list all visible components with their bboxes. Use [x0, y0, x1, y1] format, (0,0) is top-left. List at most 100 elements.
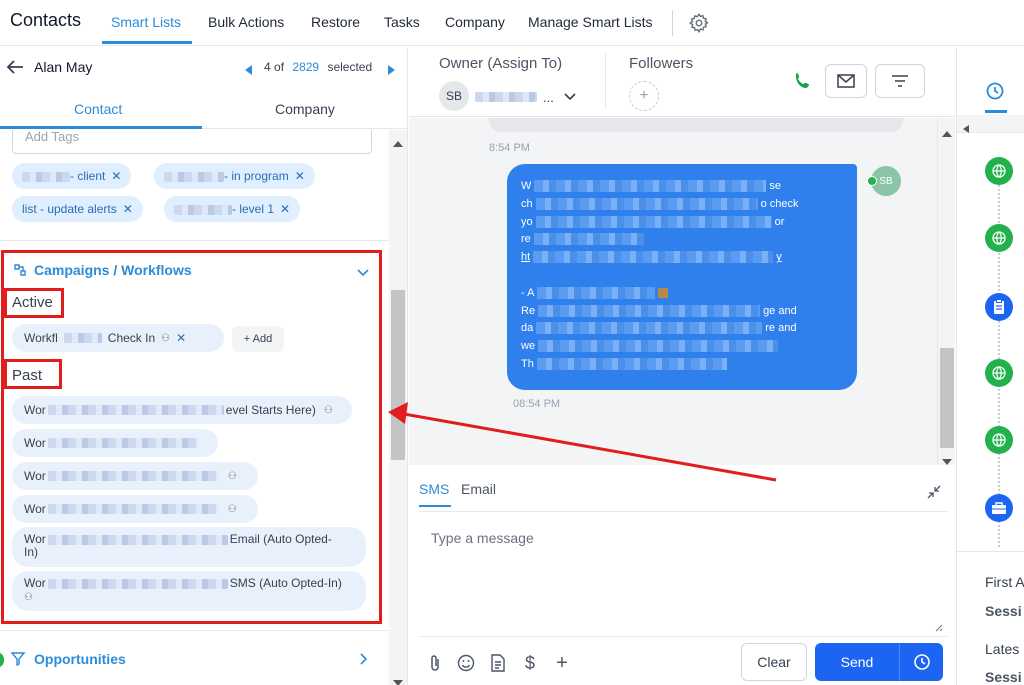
message-text: - A [521, 286, 535, 299]
message-thread: 8:54 PM Wse ch o check yo or re ht y - A Re… [409, 118, 937, 465]
clear-button[interactable]: Clear [741, 643, 807, 681]
redacted-text [536, 322, 763, 335]
email-button[interactable] [825, 64, 867, 98]
template-document-icon[interactable] [488, 653, 508, 673]
owner-label: Owner (Assign To) [439, 55, 563, 72]
session-source-label: Sessi [985, 669, 1022, 685]
activity-panel: First A Sessi Lates Sessi [956, 47, 1024, 685]
contact-tab-indicator [0, 126, 202, 129]
collapse-icon[interactable] [927, 485, 941, 504]
redacted-text [534, 180, 767, 193]
add-follower-button[interactable]: + [629, 81, 659, 111]
scroll-down-icon[interactable] [393, 673, 403, 685]
owner-avatar: SB [439, 81, 469, 111]
message-text: o check [760, 197, 799, 210]
tab-contact[interactable]: Contact [74, 101, 122, 117]
divider [0, 630, 390, 631]
resize-handle-icon[interactable] [933, 619, 943, 637]
scroll-left-icon[interactable] [963, 120, 969, 138]
redacted-text [475, 92, 537, 102]
filter-lines-icon [892, 75, 908, 87]
redacted-text [174, 204, 232, 215]
activity-tab-indicator [985, 110, 1007, 113]
settings-gear-icon[interactable] [688, 12, 710, 34]
message-text: Re [521, 304, 536, 317]
scroll-up-icon[interactable] [942, 124, 952, 142]
payment-dollar-icon[interactable]: $ [520, 653, 540, 673]
divider [0, 240, 390, 241]
message-text: da [521, 322, 534, 335]
phone-call-icon[interactable] [793, 71, 813, 91]
remove-tag-icon[interactable]: ✕ [111, 169, 121, 183]
plus-icon[interactable]: + [552, 652, 572, 674]
message-link[interactable]: y [776, 251, 782, 263]
remove-tag-icon[interactable]: ✕ [295, 169, 305, 183]
timeline-scrollbar[interactable] [957, 115, 1024, 133]
tag-chip: - client ✕ [12, 163, 132, 189]
previous-message-bubble [489, 118, 903, 132]
tag-label: - level 1 [232, 202, 275, 216]
session-source-label: Sessi [985, 603, 1022, 619]
previous-contact-icon[interactable] [245, 62, 253, 80]
message-text: re [521, 233, 531, 246]
filter-funnel-icon [10, 651, 26, 667]
tag-label: list - update alerts [22, 202, 117, 216]
redacted-text [538, 304, 761, 317]
message-text: W [521, 180, 532, 192]
tab-sms[interactable]: SMS [419, 481, 449, 497]
message-link[interactable]: ht [521, 251, 530, 263]
tag-label: - in program [224, 169, 289, 183]
message-text: ch [521, 197, 533, 210]
redacted-text [535, 215, 772, 228]
schedule-clock-icon[interactable] [900, 643, 943, 681]
chevron-down-icon [564, 88, 576, 106]
composer-tab-indicator [419, 505, 451, 507]
opportunities-header[interactable]: Opportunities [34, 651, 126, 667]
message-text: se [769, 180, 782, 192]
tab-company-details[interactable]: Company [275, 101, 335, 117]
contact-tabs: Contact Company [0, 89, 407, 129]
tab-manage-smart-lists[interactable]: Manage Smart Lists [528, 14, 653, 30]
left-scrollbar[interactable] [389, 130, 407, 685]
owner-select[interactable]: ... [475, 88, 576, 106]
scroll-up-icon[interactable] [393, 134, 403, 152]
remove-tag-icon[interactable]: ✕ [123, 202, 133, 216]
send-button[interactable]: Send [815, 643, 899, 681]
position-number: 4 [264, 60, 271, 74]
emoji-icon[interactable] [456, 653, 476, 673]
tab-smart-lists[interactable]: Smart Lists [111, 14, 181, 30]
sms-badge-icon [867, 176, 877, 186]
conversation-panel: Owner (Assign To) SB ... Followers + 8:5… [409, 47, 955, 685]
activity-clock-icon[interactable] [985, 81, 1005, 101]
envelope-icon [837, 74, 855, 88]
app-title: Contacts [10, 10, 82, 30]
next-contact-icon[interactable] [387, 62, 395, 80]
attachment-icon[interactable] [425, 653, 445, 673]
tab-bulk-actions[interactable]: Bulk Actions [208, 14, 284, 30]
scroll-thumb[interactable] [940, 348, 954, 448]
timeline-line [998, 157, 1000, 547]
message-timestamp: 08:54 PM [513, 398, 561, 410]
add-tags-input[interactable]: Add Tags [12, 130, 372, 154]
timeline-briefcase-icon [985, 494, 1013, 522]
followers-label: Followers [629, 55, 694, 72]
tab-company[interactable]: Company [445, 14, 505, 30]
tag-chip: list - update alerts ✕ [12, 196, 143, 222]
send-button-group: Send [815, 643, 943, 681]
of-label: of [274, 60, 285, 74]
chevron-right-icon[interactable] [360, 652, 368, 670]
message-composer: SMS Email Type a message $ + Clear Send [409, 467, 955, 685]
remove-tag-icon[interactable]: ✕ [280, 202, 290, 216]
tab-restore[interactable]: Restore [311, 14, 360, 30]
owner-name-tail: ... [543, 89, 554, 105]
top-nav: Contacts Smart Lists Bulk Actions Restor… [0, 0, 1024, 46]
scroll-thumb[interactable] [391, 290, 405, 460]
conversation-header: Owner (Assign To) SB ... Followers + [409, 47, 955, 117]
message-input[interactable]: Type a message [419, 511, 947, 637]
tab-tasks[interactable]: Tasks [384, 14, 420, 30]
tab-email[interactable]: Email [461, 481, 496, 497]
thread-scrollbar[interactable] [937, 118, 955, 465]
filter-button[interactable] [875, 64, 925, 98]
redacted-text [22, 171, 70, 182]
back-arrow-icon[interactable] [6, 59, 24, 75]
